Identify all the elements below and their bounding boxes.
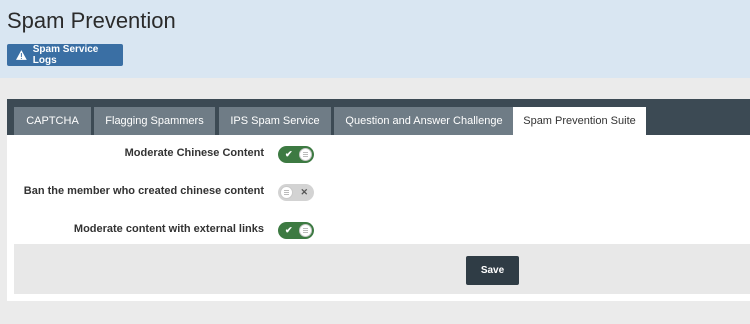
external-links-toggle[interactable]: ✔	[278, 222, 314, 239]
setting-label-moderate-chinese: Moderate Chinese Content	[124, 147, 264, 159]
spam-service-logs-button[interactable]: Spam Service Logs	[7, 44, 123, 66]
check-icon: ✔	[285, 225, 293, 235]
form-footer: Save	[14, 244, 750, 294]
setting-row-moderate-chinese: Moderate Chinese Content ✔	[14, 135, 750, 173]
setting-label-ban-member: Ban the member who created chinese conte…	[23, 185, 264, 197]
check-icon: ✔	[285, 149, 293, 159]
setting-row-ban-member: Ban the member who created chinese conte…	[14, 173, 750, 211]
ban-member-toggle[interactable]: ✕	[278, 184, 314, 201]
toggle-knob	[299, 224, 312, 237]
cross-icon: ✕	[300, 187, 308, 197]
spam-service-logs-label: Spam Service Logs	[32, 44, 99, 66]
warning-icon	[16, 50, 27, 60]
toggle-knob	[299, 148, 312, 161]
tab-bar: CAPTCHA Flagging Spammers IPS Spam Servi…	[7, 99, 750, 135]
moderate-chinese-toggle[interactable]: ✔	[278, 146, 314, 163]
tab-question-and-answer-challenge[interactable]: Question and Answer Challenge	[334, 107, 514, 135]
tab-spam-prevention-suite[interactable]: Spam Prevention Suite	[513, 107, 646, 135]
page-header: Spam Prevention Spam Service Logs	[0, 0, 750, 78]
toggle-knob	[280, 186, 293, 199]
tab-ips-spam-service[interactable]: IPS Spam Service	[219, 107, 331, 135]
tab-captcha[interactable]: CAPTCHA	[14, 107, 91, 135]
save-button[interactable]: Save	[466, 256, 519, 285]
page-title: Spam Prevention	[7, 8, 176, 33]
settings-panel: CAPTCHA Flagging Spammers IPS Spam Servi…	[7, 99, 750, 301]
tab-flagging-spammers[interactable]: Flagging Spammers	[94, 107, 215, 135]
setting-label-external-links: Moderate content with external links	[73, 223, 264, 235]
